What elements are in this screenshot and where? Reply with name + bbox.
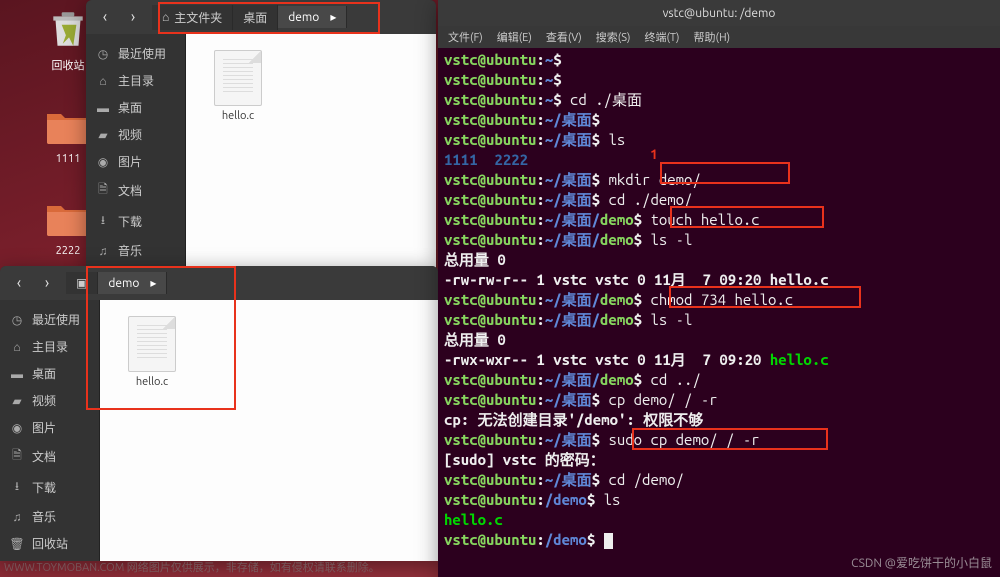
fm1-content[interactable]: hello.c: [186, 34, 436, 270]
sidebar-item-trash[interactable]: 🗑 回收站: [0, 530, 99, 557]
sidebar-item-label: 桌面: [118, 99, 142, 116]
terminal-menubar: 文件(F) 编辑(E) 查看(V) 搜索(S) 终端(T) 帮助(H): [438, 26, 1000, 48]
file-manager-window-1: ‹ › ⌂主文件夹 桌面 demo▸ ◷ 最近使用 ⌂ 主目录 ▬ 桌面 ▰ 视频 ◉ 图片 🗎 文档…: [86, 0, 436, 270]
sidebar-item-camera[interactable]: ◉ 图片: [86, 148, 185, 175]
forward-button[interactable]: ›: [120, 4, 146, 30]
cursor: [604, 533, 613, 549]
crumb-home[interactable]: ⌂主文件夹: [152, 5, 233, 30]
file-hello-c[interactable]: hello.c: [202, 50, 274, 122]
fm2-content[interactable]: hello.c: [100, 300, 438, 561]
video-icon: ▰: [10, 394, 24, 408]
terminal-body[interactable]: vstc@ubuntu:~$ vstc@ubuntu:~$ vstc@ubunt…: [438, 48, 1000, 552]
fm1-sidebar: ◷最近使用⌂主目录▬桌面▰视频◉图片🗎文档⭳下载♫音乐🗑回收站: [86, 34, 186, 270]
sidebar-item-music[interactable]: ♫ 音乐: [0, 503, 99, 530]
chevron-right-icon: ▸: [150, 276, 156, 290]
sidebar-item-label: 音乐: [118, 242, 142, 259]
clock-icon: ◷: [10, 313, 24, 327]
camera-icon: ◉: [10, 421, 24, 435]
camera-icon: ◉: [96, 155, 110, 169]
file-label: hello.c: [116, 376, 188, 388]
sidebar-item-clock[interactable]: ◷ 最近使用: [0, 306, 99, 333]
sidebar-item-label: 下载: [32, 479, 56, 496]
disk-icon: ▣: [76, 276, 87, 290]
sidebar-item-camera[interactable]: ◉ 图片: [0, 414, 99, 441]
sidebar-item-label: 主目录: [118, 72, 154, 89]
watermark-csdn: CSDN @爱吃饼干的小白鼠: [851, 554, 992, 571]
back-button[interactable]: ‹: [6, 270, 32, 296]
sidebar-item-home[interactable]: ⌂ 主目录: [0, 333, 99, 360]
clock-icon: ◷: [96, 47, 110, 61]
menu-item[interactable]: 帮助(H): [694, 29, 731, 45]
download-icon: ⭳: [96, 211, 110, 232]
sidebar-item-label: 回收站: [32, 535, 68, 552]
doc-icon: 🗎: [96, 180, 110, 201]
file-hello-c[interactable]: hello.c: [116, 316, 188, 388]
menu-item[interactable]: 查看(V): [546, 29, 582, 45]
sidebar-item-label: 视频: [118, 126, 142, 143]
desktop-icon: ▬: [10, 367, 24, 381]
menu-item[interactable]: 终端(T): [644, 29, 679, 45]
back-button[interactable]: ‹: [92, 4, 118, 30]
file-manager-window-2: ‹ › ▣ demo▸ ◷ 最近使用 ⌂ 主目录 ▬ 桌面 ▰ 视频 ◉ 图片 🗎 文档 ⭳ 下载 ♫ 音乐 🗑…: [0, 266, 438, 561]
sidebar-item-doc[interactable]: 🗎 文档: [0, 441, 99, 472]
crumb-demo[interactable]: demo▸: [278, 6, 347, 28]
home-icon: ⌂: [162, 10, 169, 24]
sidebar-item-label: 图片: [32, 419, 56, 436]
sidebar-item-doc[interactable]: 🗎 文档: [86, 175, 185, 206]
menu-item[interactable]: 文件(F): [448, 29, 483, 45]
crumb-demo[interactable]: demo▸: [98, 272, 167, 294]
sidebar-item-clock[interactable]: ◷ 最近使用: [86, 40, 185, 67]
text-file-icon: [128, 316, 176, 372]
music-icon: ♫: [10, 510, 24, 524]
download-icon: ⭳: [10, 477, 24, 498]
watermark-source: WWW.TOYMOBAN.COM 网络图片仅供展示，非存储，如有侵权请联系删除。: [4, 559, 380, 575]
file-label: hello.c: [202, 110, 274, 122]
sidebar-item-label: 文档: [32, 448, 56, 465]
fm1-toolbar: ‹ › ⌂主文件夹 桌面 demo▸: [86, 0, 436, 34]
sidebar-item-music[interactable]: ♫ 音乐: [86, 237, 185, 264]
sidebar-item-label: 视频: [32, 392, 56, 409]
text-file-icon: [214, 50, 262, 106]
home-icon: ⌂: [10, 340, 24, 354]
home-icon: ⌂: [96, 74, 110, 88]
fm2-sidebar: ◷最近使用⌂主目录▬桌面▰视频◉图片🗎文档⭳下载♫音乐🗑回收站+其他位置: [0, 300, 100, 561]
terminal-window: vstc@ubuntu: /demo 文件(F) 编辑(E) 查看(V) 搜索(S) 终…: [438, 0, 1000, 577]
music-icon: ♫: [96, 244, 110, 258]
sidebar-item-label: 图片: [118, 153, 142, 170]
video-icon: ▰: [96, 128, 110, 142]
sidebar-item-label: 音乐: [32, 508, 56, 525]
menu-item[interactable]: 编辑(E): [497, 29, 532, 45]
chevron-right-icon: ▸: [330, 10, 336, 24]
sidebar-item-label: 最近使用: [118, 45, 166, 62]
sidebar-item-label: 最近使用: [32, 311, 80, 328]
trash-icon: 🗑: [10, 537, 24, 551]
sidebar-item-desktop[interactable]: ▬ 桌面: [0, 360, 99, 387]
sidebar-item-desktop[interactable]: ▬ 桌面: [86, 94, 185, 121]
sidebar-item-download[interactable]: ⭳ 下载: [0, 472, 99, 503]
breadcrumb: ⌂主文件夹 桌面 demo▸: [152, 5, 347, 30]
breadcrumb: ▣ demo▸: [66, 272, 167, 294]
menu-item[interactable]: 搜索(S): [596, 29, 631, 45]
sidebar-item-label: 下载: [118, 213, 142, 230]
terminal-title: vstc@ubuntu: /demo: [438, 0, 1000, 26]
sidebar-item-label: 桌面: [32, 365, 56, 382]
sidebar-item-video[interactable]: ▰ 视频: [0, 387, 99, 414]
doc-icon: 🗎: [10, 446, 24, 467]
sidebar-item-label: 文档: [118, 182, 142, 199]
sidebar-item-label: 主目录: [32, 338, 68, 355]
crumb-desktop[interactable]: 桌面: [233, 5, 278, 30]
crumb-disk[interactable]: ▣: [66, 272, 98, 294]
sidebar-item-home[interactable]: ⌂ 主目录: [86, 67, 185, 94]
forward-button[interactable]: ›: [34, 270, 60, 296]
desktop-icon: ▬: [96, 101, 110, 115]
sidebar-item-video[interactable]: ▰ 视频: [86, 121, 185, 148]
sidebar-item-download[interactable]: ⭳ 下载: [86, 206, 185, 237]
fm2-toolbar: ‹ › ▣ demo▸: [0, 266, 438, 300]
